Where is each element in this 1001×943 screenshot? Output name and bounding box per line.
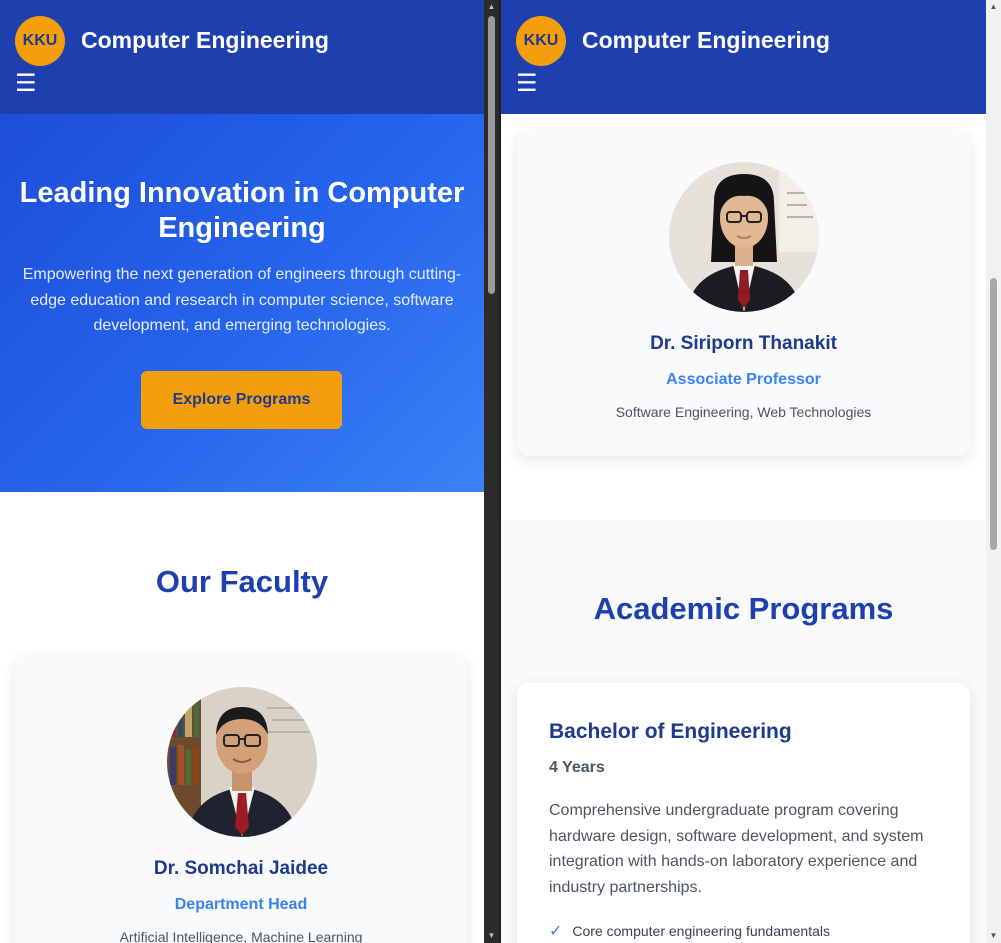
programs-section: Academic Programs Bachelor of Engineerin… — [501, 520, 986, 943]
faculty-research-areas: Artificial Intelligence, Machine Learnin… — [119, 929, 363, 943]
faculty-heading: Our Faculty — [155, 564, 329, 599]
faculty-photo-somchai — [167, 687, 317, 837]
faculty-name: Dr. Somchai Jaidee — [153, 858, 329, 879]
program-feature-text: Core computer engineering fundamentals — [572, 923, 831, 939]
scroll-up-arrow-icon[interactable]: ▲ — [484, 0, 499, 14]
faculty-section-continued: Dr. Siriporn Thanakit Associate Professo… — [501, 114, 986, 520]
hero-section: Leading Innovation in Computer Engineeri… — [0, 114, 484, 492]
faculty-role: Associate Professor — [666, 371, 821, 388]
program-description: Comprehensive undergraduate program cove… — [549, 802, 924, 896]
scrollbar-thumb[interactable] — [488, 16, 495, 294]
faculty-name: Dr. Siriporn Thanakit — [650, 333, 837, 354]
check-icon: ✓ — [549, 923, 563, 940]
site-header: KKU Computer Engineering ☰ — [0, 0, 484, 114]
scroll-down-arrow-icon[interactable]: ▼ — [484, 929, 499, 943]
faculty-card: Dr. Siriporn Thanakit Associate Professo… — [517, 131, 970, 456]
site-title[interactable]: Computer Engineering — [81, 27, 329, 54]
scroll-up-arrow-icon[interactable]: ▲ — [986, 0, 1001, 14]
programs-heading: Academic Programs — [593, 591, 894, 626]
kku-logo[interactable]: KKU — [516, 16, 566, 66]
kku-logo[interactable]: KKU — [15, 16, 65, 66]
faculty-research-areas: Software Engineering, Web Technologies — [615, 404, 872, 420]
site-header: KKU Computer Engineering ☰ — [501, 0, 986, 114]
right-viewport[interactable]: Dr. Siriporn Thanakit Associate Professo… — [501, 0, 986, 943]
site-title[interactable]: Computer Engineering — [582, 27, 830, 54]
explore-programs-button[interactable]: Explore Programs — [141, 371, 342, 429]
hero-title: Leading Innovation in Computer Engineeri… — [19, 177, 465, 244]
program-duration: 4 Years — [549, 759, 605, 776]
left-viewport[interactable]: KKU Computer Engineering ☰ Leading Innov… — [0, 0, 484, 943]
left-scrollbar[interactable]: ▲ ▼ — [484, 0, 499, 943]
faculty-role: Department Head — [174, 896, 308, 913]
program-card: Bachelor of Engineering 4 Years Comprehe… — [517, 683, 970, 943]
hamburger-icon[interactable]: ☰ — [15, 70, 37, 98]
faculty-card: Dr. Somchai Jaidee Department Head Artif… — [15, 656, 467, 943]
right-scrollbar[interactable]: ▲ ▼ — [986, 0, 1001, 943]
program-feature-item: ✓ Core computer engineering fundamentals — [549, 921, 830, 941]
scrollbar-thumb[interactable] — [990, 278, 997, 550]
faculty-section: Our Faculty Dr. Somchai Jaidee Departmen… — [0, 492, 484, 943]
faculty-photo-siriporn — [669, 162, 819, 312]
hero-subtitle: Empowering the next generation of engine… — [22, 266, 462, 334]
scroll-down-arrow-icon[interactable]: ▼ — [986, 929, 1001, 943]
hamburger-icon[interactable]: ☰ — [516, 70, 538, 98]
program-title: Bachelor of Engineering — [549, 720, 792, 743]
